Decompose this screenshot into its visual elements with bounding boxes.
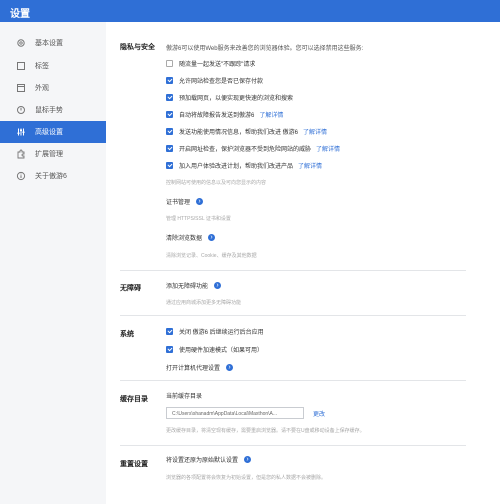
option-label: 随流量一起发送"不跟踪"请求 <box>179 62 256 68</box>
option-label: 自动将故障报告发送到傲游6 <box>179 113 255 119</box>
option-do-not-track[interactable]: 随流量一起发送"不跟踪"请求 <box>166 59 255 68</box>
checkbox-ux-program[interactable] <box>166 162 173 169</box>
content-settings-hint: 控制网站可使用的信息以及可向您显示的内容 <box>166 180 267 186</box>
proxy-settings-label: 打开计算机代理设置 <box>166 366 221 372</box>
privacy-intro: 傲游6可以使用Web服务来改善您的浏览器体验。您可以选择禁用这些服务: <box>166 46 364 52</box>
advanced-sliders-icon <box>14 125 28 139</box>
section-title-reset: 重置设置 <box>120 461 148 468</box>
current-cache-label: 当前缓存目录 <box>166 394 203 400</box>
change-cache-link[interactable]: 更改 <box>313 409 325 418</box>
appearance-icon <box>14 81 28 95</box>
divider <box>120 270 466 271</box>
reset-settings-label: 将设置还原为原始默认设置 <box>166 458 239 464</box>
tab-icon <box>14 59 28 73</box>
reset-hint: 浏览器的各项配置将会恢复为初始设置，但是您的私人数据不会被删除。 <box>166 475 327 481</box>
settings-content: 隐私与安全 傲游6可以使用Web服务来改善您的浏览器体验。您可以选择禁用这些服务… <box>106 22 500 504</box>
clear-browsing-data-hint: 清除浏览记录、Cookie、缓存及其他数据 <box>166 253 257 259</box>
sidebar-item-label: 外观 <box>35 85 49 92</box>
cache-path-field[interactable]: C:\Users\shanadm\AppData\Local\Maxthon\A… <box>166 407 304 419</box>
section-title-system: 系统 <box>120 331 134 338</box>
expand-icon: › <box>214 282 222 289</box>
checkbox-do-not-track[interactable] <box>166 60 173 67</box>
option-label: 加入用户体验改进计划，帮助我们改进产品 <box>179 164 294 170</box>
title-bar: 设置 <box>0 0 500 22</box>
sidebar-item-label: 高级设置 <box>35 129 63 136</box>
info-icon <box>14 169 28 183</box>
learn-more-link[interactable]: 了解详情 <box>298 161 322 170</box>
sidebar-item-advanced-settings[interactable]: 高级设置 <box>0 121 106 143</box>
checkbox-hardware-acceleration[interactable] <box>166 346 173 353</box>
divider <box>120 315 466 316</box>
expand-icon: › <box>196 198 204 205</box>
gear-icon <box>14 36 28 50</box>
option-background-apps[interactable]: 关闭 傲游6 后继续运行后台应用 <box>166 327 264 336</box>
cert-management-hint: 管理 HTTPS/SSL 证书和设置 <box>166 216 231 222</box>
cert-management-button[interactable]: 证书管理 › <box>166 197 204 206</box>
divider <box>120 380 466 381</box>
reset-settings-button[interactable]: 将设置还原为原始默认设置 › <box>166 455 252 464</box>
option-label: 发送功能使用情况信息，帮助我们改进 傲游6 <box>179 130 299 136</box>
sidebar-item-label: 关于傲游6 <box>35 173 67 180</box>
sidebar-item-label: 扩展管理 <box>35 151 63 158</box>
sidebar-item-label: 标签 <box>35 63 49 70</box>
sidebar-item-basic-settings[interactable]: 基本设置 <box>0 32 106 54</box>
option-ux-program[interactable]: 加入用户体验改进计划，帮助我们改进产品 了解详情 <box>166 161 322 170</box>
option-crash-reports[interactable]: 自动将故障报告发送到傲游6 了解详情 <box>166 110 283 119</box>
option-label: 使用硬件加速模式（如果可用） <box>179 348 264 354</box>
puzzle-icon <box>14 147 28 161</box>
window-title: 设置 <box>10 9 30 20</box>
option-usage-stats[interactable]: 发送功能使用情况信息，帮助我们改进 傲游6 了解详情 <box>166 127 327 136</box>
checkbox-background-apps[interactable] <box>166 328 173 335</box>
option-label: 预加载网页，以便实现更快速的浏览和搜索 <box>179 96 294 102</box>
option-hardware-acceleration[interactable]: 使用硬件加速模式（如果可用） <box>166 345 263 354</box>
cache-hint: 更改缓存目录，将清空现有缓存，需要重启浏览器。请不要在U盘或移动设备上保存缓存。 <box>166 428 365 434</box>
proxy-settings-button[interactable]: 打开计算机代理设置 › <box>166 363 234 372</box>
checkbox-safe-browsing[interactable] <box>166 145 173 152</box>
option-label: 开启网址检查，保护浏览器不受到危险网站的威胁 <box>179 147 312 153</box>
section-title-accessibility: 无障碍 <box>120 285 141 292</box>
sidebar-item-mouse-gestures[interactable]: 鼠标手势 <box>0 99 106 121</box>
expand-icon: › <box>244 456 252 463</box>
option-label: 关闭 傲游6 后继续运行后台应用 <box>179 330 264 336</box>
option-safe-browsing[interactable]: 开启网址检查，保护浏览器不受到危险网站的威胁 了解详情 <box>166 144 340 153</box>
add-accessibility-button[interactable]: 添加无障碍功能 › <box>166 281 222 290</box>
option-label: 允许网站检查您是否已保存付款 <box>179 79 264 85</box>
mouse-gesture-icon <box>14 103 28 117</box>
option-payment-check[interactable]: 允许网站检查您是否已保存付款 <box>166 76 263 85</box>
learn-more-link[interactable]: 了解详情 <box>316 144 340 153</box>
expand-icon: › <box>208 234 216 241</box>
option-preload-pages[interactable]: 预加载网页，以便实现更快速的浏览和搜索 <box>166 93 293 102</box>
sidebar-item-about[interactable]: 关于傲游6 <box>0 165 106 187</box>
sidebar-item-label: 鼠标手势 <box>35 107 63 114</box>
checkbox-payment-check[interactable] <box>166 77 173 84</box>
divider <box>120 445 466 446</box>
cert-management-label: 证书管理 <box>166 200 191 206</box>
sidebar-item-extensions[interactable]: 扩展管理 <box>0 143 106 165</box>
sidebar-item-tabs[interactable]: 标签 <box>0 55 106 77</box>
learn-more-link[interactable]: 了解详情 <box>259 110 283 119</box>
sidebar-item-appearance[interactable]: 外观 <box>0 77 106 99</box>
learn-more-link[interactable]: 了解详情 <box>303 127 327 136</box>
clear-browsing-data-label: 清除浏览数据 <box>166 236 203 242</box>
checkbox-usage-stats[interactable] <box>166 128 173 135</box>
clear-browsing-data-button[interactable]: 清除浏览数据 › <box>166 233 216 242</box>
checkbox-crash-reports[interactable] <box>166 111 173 118</box>
section-title-cache: 缓存目录 <box>120 396 148 403</box>
add-accessibility-label: 添加无障碍功能 <box>166 284 209 290</box>
external-link-icon: › <box>226 364 234 371</box>
checkbox-preload-pages[interactable] <box>166 94 173 101</box>
section-title-privacy: 隐私与安全 <box>120 44 155 51</box>
accessibility-hint: 通过应用商城添加更多无障碍功能 <box>166 300 242 306</box>
sidebar: 基本设置 标签 外观 鼠标手势 高级设置 扩展管理 关于傲游6 <box>0 22 106 504</box>
sidebar-item-label: 基本设置 <box>35 40 63 47</box>
